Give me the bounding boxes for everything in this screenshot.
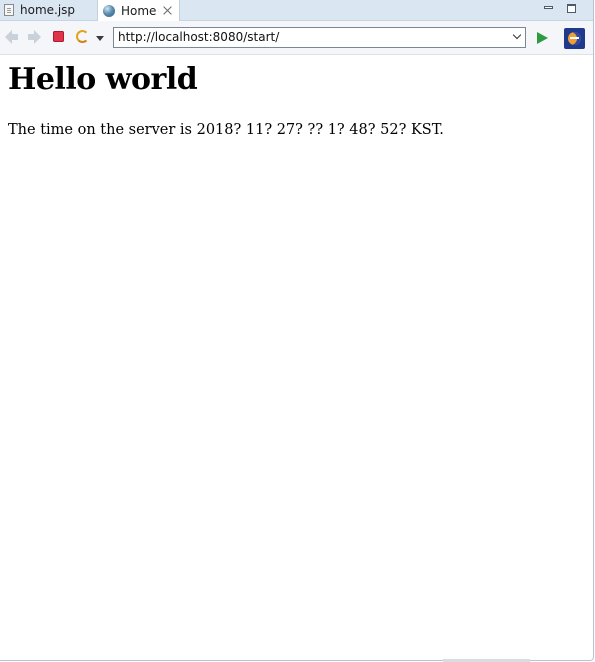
tab-home-jsp[interactable]: home.jsp <box>0 0 96 20</box>
tab-strip: home.jsp Home <box>0 0 593 21</box>
browser-editor-frame: home.jsp Home Hello world The time on th… <box>0 0 594 661</box>
address-bar[interactable] <box>113 27 526 48</box>
back-icon[interactable] <box>5 30 19 44</box>
tab-label: Home <box>121 3 157 18</box>
address-input[interactable] <box>118 28 504 47</box>
eclipse-icon[interactable] <box>564 28 585 49</box>
file-icon <box>4 4 14 16</box>
maximize-button[interactable] <box>566 3 577 14</box>
globe-icon <box>103 4 115 17</box>
browser-toolbar <box>0 21 593 55</box>
address-history-chevron-icon[interactable] <box>513 33 521 41</box>
tab-label: home.jsp <box>20 3 76 17</box>
refresh-icon[interactable] <box>76 30 89 43</box>
server-time-text: The time on the server is 2018? 11? 27? … <box>8 122 444 138</box>
forward-icon[interactable] <box>27 30 41 44</box>
close-icon[interactable] <box>163 6 172 15</box>
minimize-button[interactable] <box>543 3 554 14</box>
stop-icon[interactable] <box>53 31 64 42</box>
chevron-down-icon[interactable] <box>96 36 104 41</box>
page-content: Hello world The time on the server is 20… <box>0 55 593 655</box>
page-heading: Hello world <box>8 62 198 97</box>
tab-home[interactable]: Home <box>97 0 180 21</box>
go-icon[interactable] <box>537 32 548 44</box>
